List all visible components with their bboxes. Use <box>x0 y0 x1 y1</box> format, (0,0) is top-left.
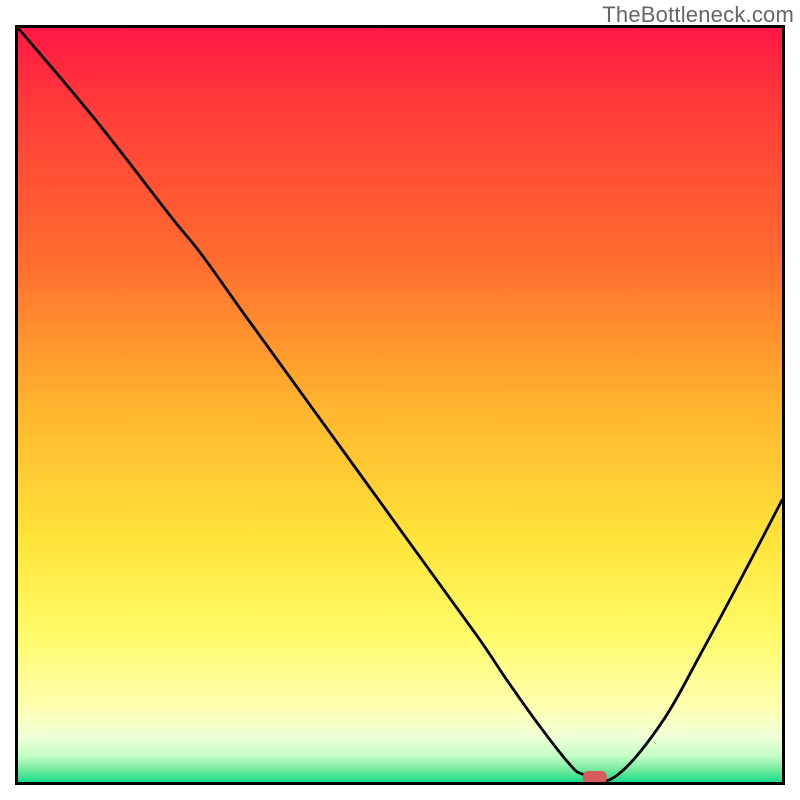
gradient-background <box>18 28 782 782</box>
optimum-marker <box>583 771 606 782</box>
watermark-label: TheBottleneck.com <box>602 2 794 28</box>
plot-frame <box>15 25 785 785</box>
plot-svg <box>18 28 782 782</box>
chart-container: TheBottleneck.com <box>0 0 800 800</box>
